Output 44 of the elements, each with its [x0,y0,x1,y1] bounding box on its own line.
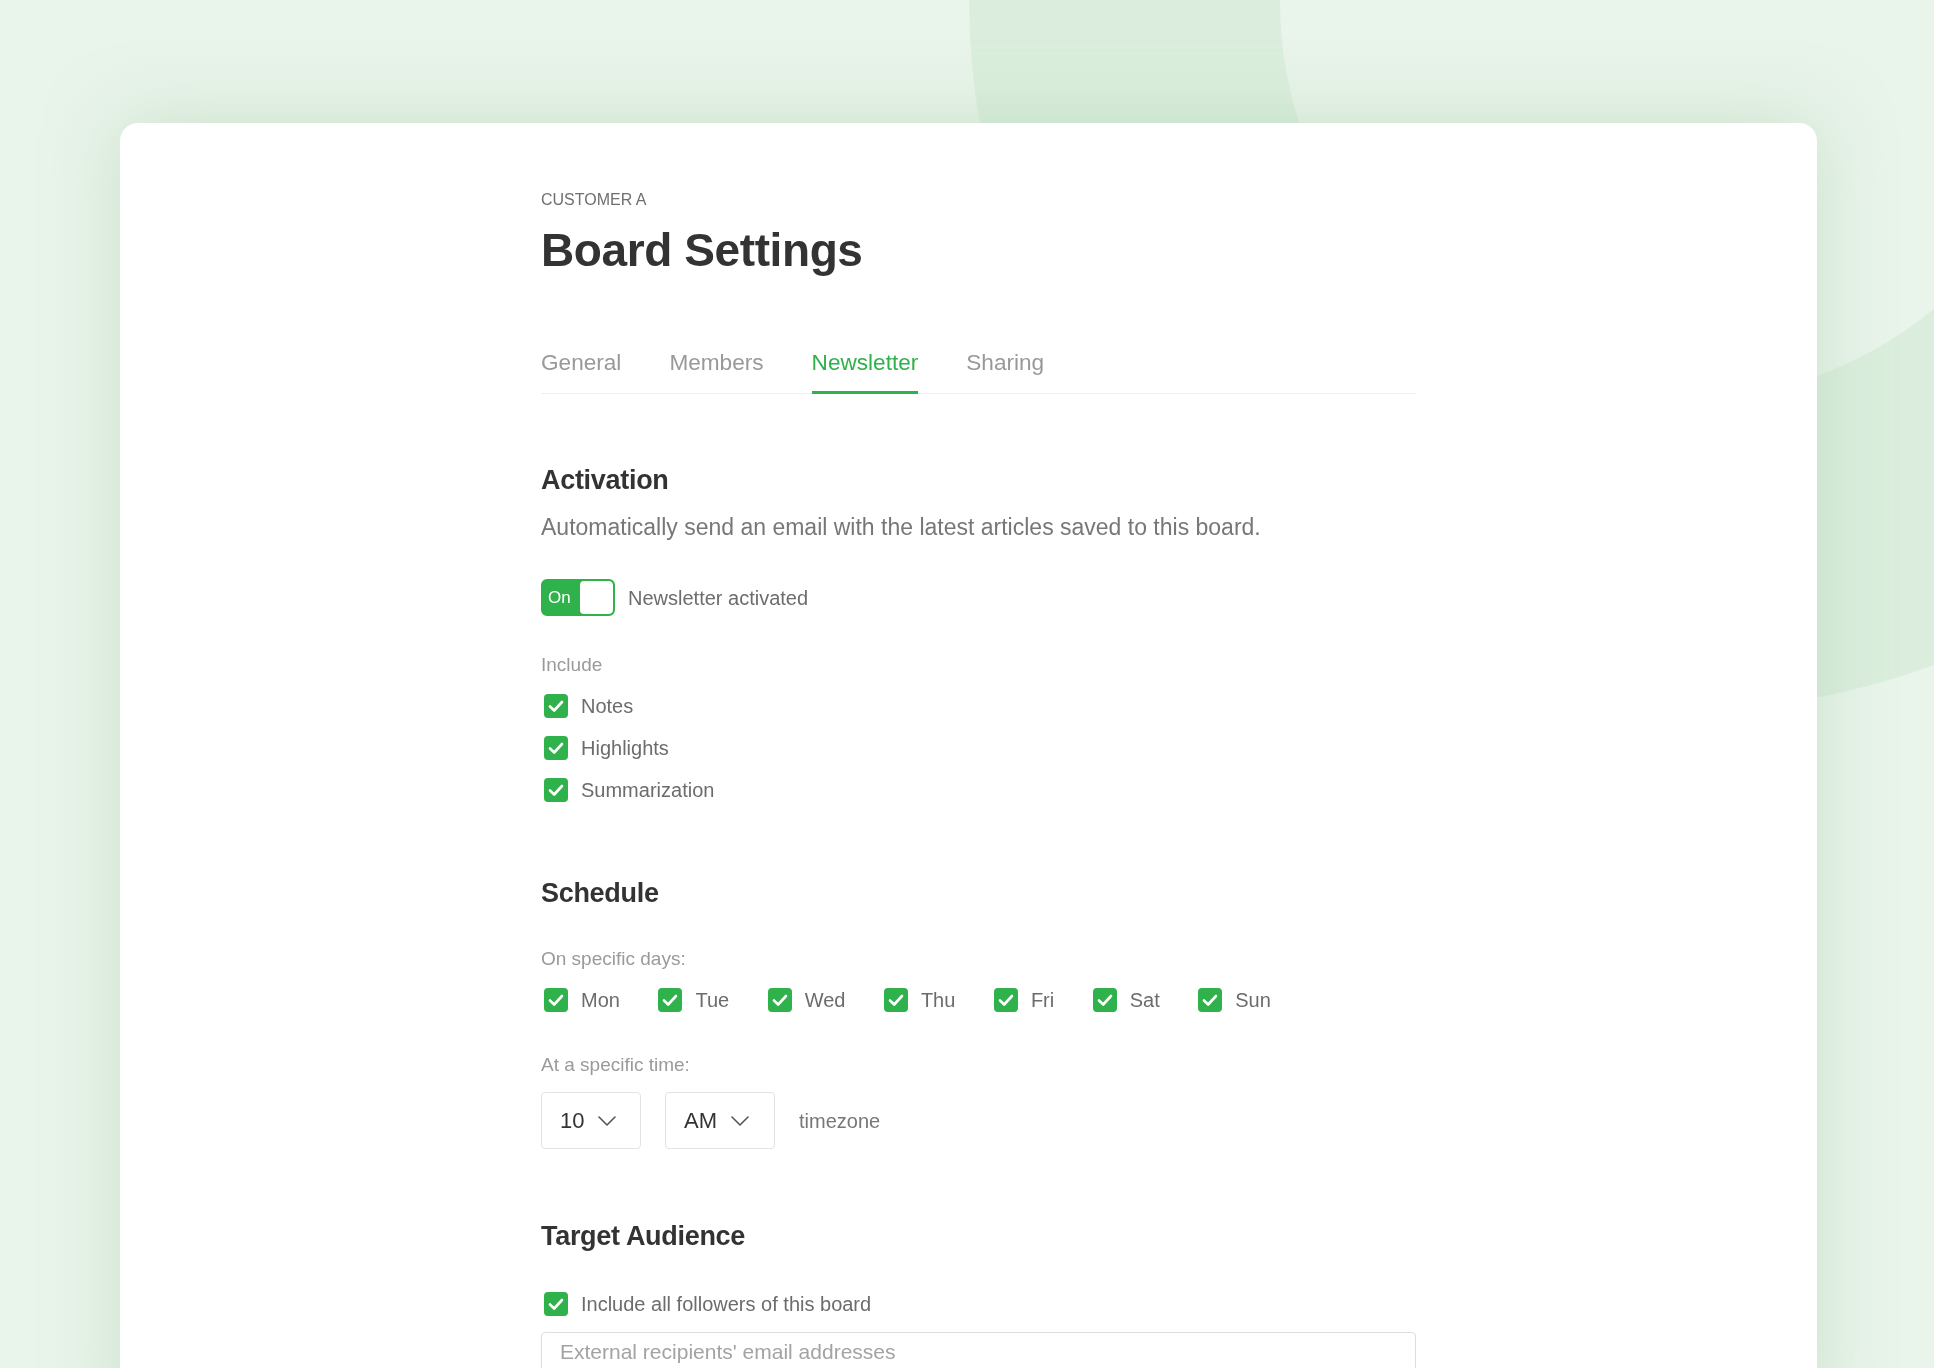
option-label: Tue [695,988,730,1012]
checkbox[interactable] [993,988,1018,1012]
section-description: Automatically send an email with the latest articles saved to this board. [541,514,1261,540]
hour-select[interactable]: 10 [541,1092,641,1149]
field-label: On specific days: [541,947,686,971]
checkbox[interactable] [658,988,683,1012]
option-label: Highlights [581,736,669,760]
section-heading: Schedule [541,877,659,909]
period-select[interactable]: AM [665,1092,775,1149]
checkbox[interactable] [544,1292,568,1316]
option-label: Sat [1129,988,1160,1012]
page-title: Board Settings [541,223,863,277]
checkbox[interactable] [544,736,568,760]
option-label: Summarization [581,778,715,802]
checkbox[interactable] [544,988,568,1012]
checkbox[interactable] [544,694,568,718]
timezone-label: timezone [799,1108,881,1133]
option-label: Fri [1030,988,1055,1012]
toggle-label: Newsletter activated [628,585,809,610]
option-label: Include all followers of this board [581,1292,872,1316]
checkbox[interactable] [1092,988,1117,1012]
tab[interactable]: Newsletter [811,350,919,394]
checkbox[interactable] [767,988,792,1012]
knob-icon [580,581,613,614]
tab[interactable]: General [541,350,622,394]
chevron-down-icon [598,1115,617,1126]
section-heading: Target Audience [541,1220,746,1252]
checkbox[interactable] [1198,988,1223,1012]
tab[interactable]: Members [669,350,764,394]
tab[interactable]: Sharing [966,350,1045,394]
section-heading: Activation [541,464,669,496]
option-label: Mon [581,988,620,1012]
checkbox[interactable] [544,778,568,802]
email-input[interactable]: External recipients' email addresses [541,1332,1416,1368]
customer-label: CUSTOMER A [541,190,647,210]
option-label: Notes [581,694,634,718]
field-label: Include [541,653,603,677]
option-label: Thu [920,988,956,1012]
checkbox[interactable] [883,988,908,1012]
toggle-switch[interactable]: On [541,579,615,616]
option-label: Sun [1235,988,1271,1012]
chevron-down-icon [731,1115,749,1126]
option-label: Wed [804,988,846,1012]
field-label: At a specific time: [541,1053,690,1077]
